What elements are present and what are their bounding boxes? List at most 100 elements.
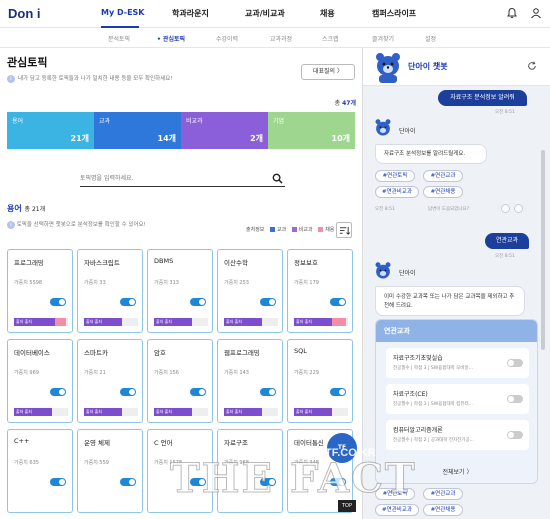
sort-icon — [339, 226, 350, 235]
term-card[interactable]: SQL 가중치 229 출처 출처 — [287, 339, 353, 423]
chip-related-jobs[interactable]: #연관채용 — [423, 186, 463, 198]
term-card[interactable]: 스마트카 가중치 21 출처 출처 — [77, 339, 143, 423]
toggle-switch[interactable] — [50, 478, 66, 486]
toggle-switch[interactable] — [120, 478, 136, 486]
term-weight: 가중치 635 — [14, 460, 39, 466]
term-weight: 가중치 143 — [224, 370, 249, 376]
refresh-icon[interactable] — [527, 61, 537, 71]
chatbot-panel: 단아이 챗봇 자료구조 분석정보 알려줘 오전 8:51 단아이 자료구조 분석… — [362, 48, 550, 519]
term-name: 데이터베이스 — [14, 349, 50, 357]
logo[interactable]: Don i — [8, 6, 41, 21]
summary-terms[interactable]: 용어 21개 — [7, 112, 94, 149]
subnav-scrap[interactable]: 스크랩 — [322, 34, 339, 43]
topic-search[interactable] — [80, 171, 285, 187]
topic-search-input[interactable] — [80, 171, 260, 186]
bot-avatar-icon — [375, 119, 391, 136]
summary-companies[interactable]: 기업 10개 — [268, 112, 355, 149]
term-name: 자료구조 — [224, 439, 248, 447]
main-content: 관심토픽 i 내가 담고 등록한 토픽들과 나가 일치한 내용 등을 모두 확인하… — [0, 48, 362, 519]
terms-description: i 토픽을 선택하면 챗봇으로 분석정보를 확인할 수 있어요! — [7, 220, 146, 229]
toggle-switch[interactable] — [260, 388, 276, 396]
source-bar: 출처 출처 — [84, 408, 138, 416]
term-card[interactable]: C++ 가중치 635 — [7, 429, 73, 513]
info-icon: i — [7, 220, 15, 229]
term-weight: 가중치 33 — [84, 280, 106, 286]
toggle-switch[interactable] — [260, 298, 276, 306]
chip-related-extracurricular[interactable]: #연관비교과 — [375, 186, 419, 198]
bot-name: 단아이 — [399, 270, 416, 277]
toggle-switch[interactable] — [50, 388, 66, 396]
toggle-switch[interactable] — [120, 298, 136, 306]
terms-section-title: 용어 총 21개 — [7, 204, 46, 213]
toggle-switch[interactable] — [507, 431, 523, 439]
term-card[interactable]: 이산수학 가중치 253 출처 출처 — [217, 249, 283, 333]
related-course-item[interactable]: 자료구조(CE) 전공필수 | 학점 3 | SW융합대학 컴퓨터... — [386, 384, 529, 414]
toggle-switch[interactable] — [120, 388, 136, 396]
term-card[interactable]: 데이터베이스 가중치 969 출처 출처 — [7, 339, 73, 423]
term-name: 암호 — [154, 349, 166, 357]
toggle-switch[interactable] — [330, 298, 346, 306]
term-card[interactable]: DBMS 가중치 313 출처 출처 — [147, 249, 213, 333]
toggle-switch[interactable] — [50, 298, 66, 306]
subnav-settings[interactable]: 설정 — [425, 34, 436, 43]
term-name: 이산수학 — [224, 259, 248, 267]
subnav-course-history[interactable]: 수강이력 — [216, 34, 238, 43]
chip-related-jobs[interactable]: #연관채용 — [423, 504, 463, 516]
source-bar: 출처 출처 — [154, 318, 208, 326]
term-card[interactable]: 웹프로그래밍 가중치 143 출처 출처 — [217, 339, 283, 423]
toggle-switch[interactable] — [330, 388, 346, 396]
message-time: 오전 8:51 — [495, 110, 515, 115]
toggle-switch[interactable] — [190, 388, 206, 396]
watermark-text: THE FACT — [170, 455, 417, 503]
summary-extracurricular[interactable]: 비교과 2개 — [181, 112, 268, 149]
thumbs-up-icon[interactable] — [501, 204, 510, 213]
nav-my-desk[interactable]: My D-ESK — [101, 8, 145, 17]
toggle-switch[interactable] — [507, 395, 523, 403]
term-weight: 가중치 969 — [14, 370, 39, 376]
toggle-switch[interactable] — [190, 298, 206, 306]
term-card[interactable]: 프로그래밍 가중치 5598 출처 출처 — [7, 249, 73, 333]
nav-jobs[interactable]: 채용 — [320, 8, 335, 19]
representative-question-button[interactable]: 대표질의 〉 — [301, 64, 355, 80]
related-course-item[interactable]: 컴퓨터알고리즘개론 전공필수 | 학점 2 | 공과대학 전자전기공... — [386, 420, 529, 450]
user-message: 연관교과 — [485, 233, 529, 249]
subnav-analysis-topic[interactable]: 분석토픽 — [108, 34, 130, 43]
chip-related-course[interactable]: #연관교과 — [423, 488, 463, 500]
term-weight: 가중치 5598 — [14, 280, 43, 286]
nav-dept-lounge[interactable]: 학과라운지 — [172, 8, 209, 19]
top-bar: Don i My D-ESK 학과라운지 교과/비교과 채용 캠퍼스라이프 — [0, 0, 550, 28]
user-message: 자료구조 분석정보 알려줘 — [438, 90, 527, 106]
chip-related-course[interactable]: #연관교과 — [423, 170, 463, 182]
chat-scrollbar[interactable] — [541, 150, 545, 350]
bell-icon[interactable] — [506, 7, 518, 19]
related-course-item[interactable]: 자료구조기초및실습 전공필수 | 학점 3 | SW융합대학 모바일... — [386, 348, 529, 378]
term-card[interactable]: 자바스크립트 가중치 33 출처 출처 — [77, 249, 143, 333]
term-name: 데이터통신 — [294, 439, 324, 447]
term-card[interactable]: 정보보호 가중치 179 출처 출처 — [287, 249, 353, 333]
term-card[interactable]: 운영 체제 가중치 559 — [77, 429, 143, 513]
search-icon[interactable] — [272, 173, 283, 184]
nav-curriculum[interactable]: 교과/비교과 — [245, 8, 285, 19]
subnav-favorites[interactable]: 즐겨찾기 — [372, 34, 394, 43]
scroll-top-button[interactable]: TOP — [338, 500, 356, 512]
term-card[interactable]: 암호 가중치 156 출처 출처 — [147, 339, 213, 423]
term-name: C 언어 — [154, 439, 173, 447]
sort-button[interactable] — [336, 222, 352, 238]
nav-campus-life[interactable]: 캠퍼스라이프 — [372, 8, 416, 19]
term-weight: 가중치 229 — [294, 370, 319, 376]
bot-message: 이미 수강한 교과목 또는 나가 담은 교과목을 제외하고 추천해 드려요. — [375, 286, 525, 316]
term-name: 프로그래밍 — [14, 259, 44, 267]
term-name: DBMS — [154, 257, 174, 265]
source-bar: 출처 출처 — [294, 318, 348, 326]
user-icon[interactable] — [530, 7, 542, 19]
subnav-curriculum[interactable]: 교과과정 — [270, 34, 292, 43]
chip-related-extracurricular[interactable]: #연관비교과 — [375, 504, 419, 516]
subnav-interest-topic[interactable]: • 관심토픽 — [157, 34, 185, 43]
chip-related-topic[interactable]: #연관토픽 — [375, 170, 415, 182]
bot-message: 자료구조 분석정보를 알려드릴게요. — [375, 144, 487, 164]
toggle-switch[interactable] — [507, 359, 523, 367]
source-bar: 출처 출처 — [224, 318, 278, 326]
thumbs-down-icon[interactable] — [514, 204, 523, 213]
summary-courses[interactable]: 교과 14개 — [94, 112, 181, 149]
chatbot-title: 단아이 챗봇 — [408, 62, 448, 71]
